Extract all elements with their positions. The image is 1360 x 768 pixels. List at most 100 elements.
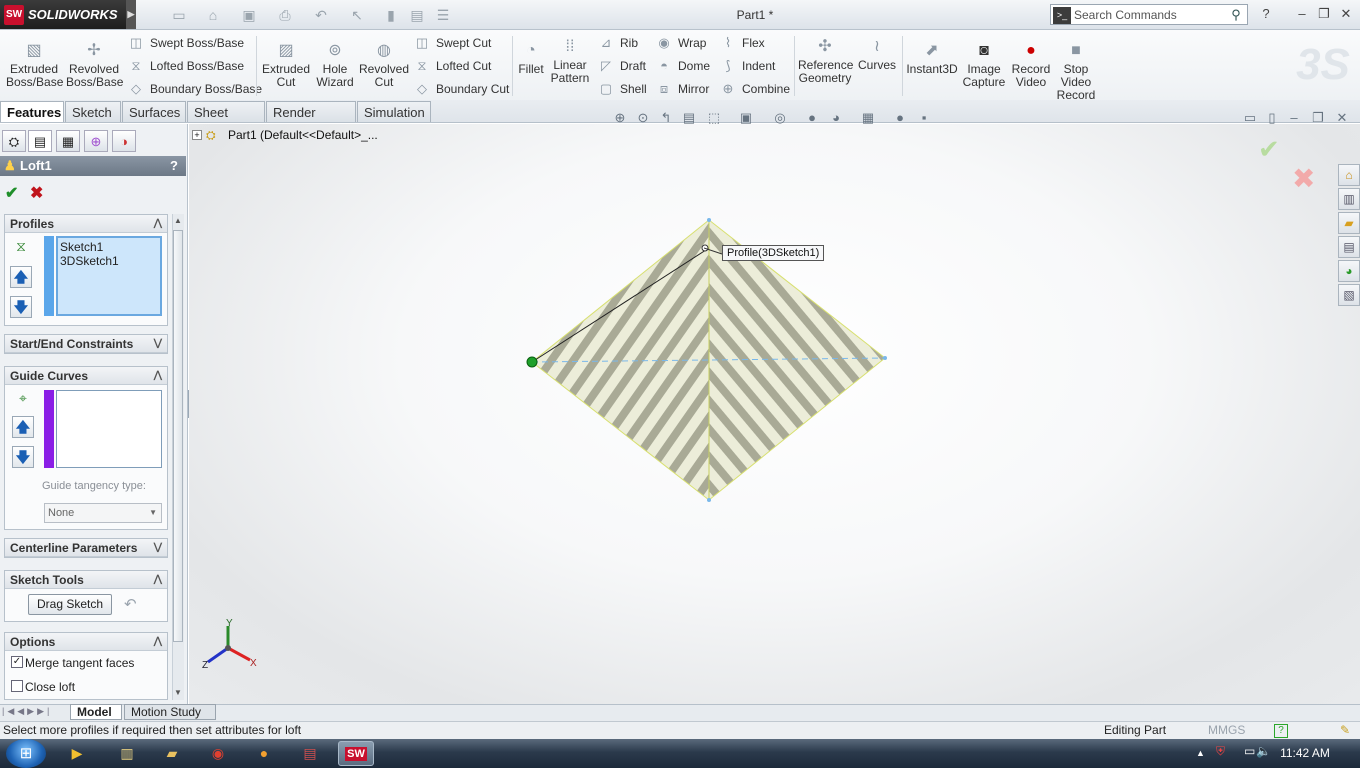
explorer-taskbar-icon[interactable]: ▰ <box>154 741 190 766</box>
combine-button[interactable]: ⊕ Combine <box>720 80 790 98</box>
list-item[interactable]: 3DSketch1 <box>60 254 158 268</box>
dome-button[interactable]: ◓ Dome <box>656 57 710 75</box>
start-end-header[interactable]: Start/End Constraints ⋁ <box>5 335 167 353</box>
confirm-corner-cancel-icon[interactable]: ✖ <box>1292 162 1315 195</box>
volume-tray-icon[interactable]: 🔈 <box>1256 744 1271 758</box>
view-settings-icon[interactable]: ▦ <box>858 110 878 128</box>
connector-handle-icon[interactable] <box>526 356 538 368</box>
display-manager-tab-icon[interactable]: ◑ <box>112 130 136 152</box>
options-header[interactable]: Options ⋀ <box>5 633 167 651</box>
feature-tree-flyout[interactable]: + ⛭ Part1 (Default<<Default>_... <box>192 128 378 142</box>
options-icon[interactable]: ☰ <box>430 5 456 25</box>
record-video-button[interactable]: ● Record Video <box>1008 42 1054 89</box>
expand-chevron-icon[interactable]: ⋁ <box>154 539 162 557</box>
tab-simulation[interactable]: Simulation <box>357 101 431 122</box>
apply-scene-icon[interactable]: ◕ <box>826 110 846 128</box>
boundary-boss-button[interactable]: ◇ Boundary Boss/Base <box>128 80 262 98</box>
shell-button[interactable]: ▢ Shell <box>598 80 647 98</box>
viewport-minimize-icon[interactable]: – <box>1284 110 1304 128</box>
viewport-restore-icon[interactable]: ❐ <box>1308 110 1328 128</box>
list-item[interactable]: Sketch1 <box>60 240 158 254</box>
file-properties-icon[interactable]: ▤ <box>404 5 430 25</box>
expand-tree-icon[interactable]: + <box>192 130 202 140</box>
tab-scroll-arrows-icon[interactable]: |◀◀▶▶| <box>2 706 52 717</box>
swept-cut-button[interactable]: ◫ Swept Cut <box>414 34 492 52</box>
close-icon[interactable]: ✕ <box>1336 5 1356 23</box>
status-help-button[interactable]: ? <box>1274 724 1288 738</box>
new-document-icon[interactable]: ▭ <box>166 5 192 25</box>
view-orientation-icon[interactable]: ⬚ <box>704 110 724 128</box>
collapse-chevron-icon[interactable]: ⋀ <box>154 571 162 589</box>
collapse-chevron-icon[interactable]: ⋀ <box>154 215 162 233</box>
undo-sketch-icon[interactable]: ↶ <box>124 595 137 613</box>
chrome-taskbar-icon[interactable]: ◉ <box>200 741 236 766</box>
tab-features[interactable]: Features <box>0 101 64 122</box>
lofted-cut-button[interactable]: ⧖ Lofted Cut <box>414 57 491 75</box>
dimxpert-tab-icon[interactable]: ⊕ <box>84 130 108 152</box>
guide-move-up-button[interactable]: 🡅 <box>12 416 34 438</box>
drag-sketch-button[interactable]: Drag Sketch <box>28 594 112 615</box>
guide-curves-list[interactable] <box>56 390 162 468</box>
hole-wizard-button[interactable]: ⊚ Hole Wizard <box>312 42 358 89</box>
ok-check-icon[interactable]: ✔ <box>5 183 18 203</box>
extruded-boss-button[interactable]: ▧ Extruded Boss/Base <box>6 42 63 89</box>
tab-model[interactable]: Model <box>70 704 122 720</box>
rib-button[interactable]: ⊿ Rib <box>598 34 638 52</box>
tab-sheet-metal[interactable]: Sheet Metal <box>187 101 265 141</box>
swept-boss-button[interactable]: ◫ Swept Boss/Base <box>128 34 244 52</box>
search-icon[interactable]: ⚲ <box>1225 7 1247 23</box>
viewport-layout-icon[interactable]: ▯ <box>1262 110 1282 128</box>
tab-render-tools[interactable]: Render Tools <box>266 101 356 141</box>
edit-appearance-icon[interactable]: ● <box>802 110 822 128</box>
rebuild-status-icon[interactable]: ✎ <box>1340 722 1350 739</box>
draft-button[interactable]: ◸ Draft <box>598 57 646 75</box>
solidworks-taskbar-icon[interactable]: SW <box>338 741 374 766</box>
network-tray-icon[interactable]: ▭ <box>1244 744 1255 758</box>
hide-show-items-icon[interactable]: ◎ <box>770 110 790 128</box>
profiles-header[interactable]: Profiles ⋀ <box>5 215 167 233</box>
guide-curves-header[interactable]: Guide Curves ⋀ <box>5 367 167 385</box>
feature-manager-tab-icon[interactable]: ⛭ <box>2 130 26 152</box>
open-icon[interactable]: ⌂ <box>200 5 226 25</box>
search-input[interactable]: Search Commands <box>1074 8 1225 22</box>
tray-expand-icon[interactable]: ▲ <box>1196 748 1205 758</box>
save-icon[interactable]: ▣ <box>236 5 262 25</box>
section-view-icon[interactable]: ▤ <box>679 110 699 128</box>
scroll-up-icon[interactable]: ▲ <box>174 216 182 225</box>
curves-button[interactable]: ≀ Curves <box>856 38 898 72</box>
zoom-to-fit-icon[interactable]: ⊕ <box>610 110 630 128</box>
viewport-split-icon[interactable]: ▭ <box>1240 110 1260 128</box>
reference-geometry-button[interactable]: ✣ Reference Geometry <box>798 38 853 85</box>
collapse-chevron-icon[interactable]: ⋀ <box>154 633 162 651</box>
units-indicator[interactable]: MMGS <box>1208 722 1245 739</box>
flex-button[interactable]: ⌇ Flex <box>720 34 765 52</box>
extruded-cut-button[interactable]: ▨ Extruded Cut <box>260 42 312 89</box>
indent-button[interactable]: ⟆ Indent <box>720 57 775 75</box>
collapse-chevron-icon[interactable]: ⋀ <box>154 367 162 385</box>
tab-sketch[interactable]: Sketch <box>65 101 121 122</box>
expand-chevron-icon[interactable]: ⋁ <box>154 335 162 353</box>
rebuild-icon[interactable]: ▮ <box>378 5 404 25</box>
viewport-close-icon[interactable]: ✕ <box>1332 110 1352 128</box>
zoom-to-area-icon[interactable]: ⊙ <box>633 110 653 128</box>
search-commands[interactable]: >_ Search Commands ⚲ <box>1050 4 1248 25</box>
design-library-icon[interactable]: ▥ <box>1338 188 1360 210</box>
appearances-icon[interactable]: ◕ <box>1338 260 1360 282</box>
archive-taskbar-icon[interactable]: ▤ <box>292 741 328 766</box>
image-capture-button[interactable]: ◙ Image Capture <box>960 42 1008 89</box>
mirror-button[interactable]: ⧈ Mirror <box>656 80 709 98</box>
app-taskbar-icon[interactable]: ● <box>246 741 282 766</box>
centerline-header[interactable]: Centerline Parameters ⋁ <box>5 539 167 557</box>
show-desktop-icon[interactable]: ▥ <box>116 741 138 766</box>
undo-icon[interactable]: ↶ <box>308 5 334 25</box>
confirm-corner-ok-icon[interactable]: ✔ <box>1258 134 1280 165</box>
stop-video-button[interactable]: ■ Stop Video Record <box>1054 42 1098 102</box>
restore-icon[interactable]: ❐ <box>1314 5 1334 23</box>
realview-icon[interactable]: ● <box>890 110 910 128</box>
profiles-list[interactable]: Sketch1 3DSketch1 <box>56 236 162 316</box>
guide-move-down-button[interactable]: 🡇 <box>12 446 34 468</box>
minimize-icon[interactable]: – <box>1292 5 1312 23</box>
display-style-icon[interactable]: ▣ <box>736 110 756 128</box>
fillet-button[interactable]: ◔ Fillet <box>516 42 546 76</box>
view-palette-icon[interactable]: ▤ <box>1338 236 1360 258</box>
